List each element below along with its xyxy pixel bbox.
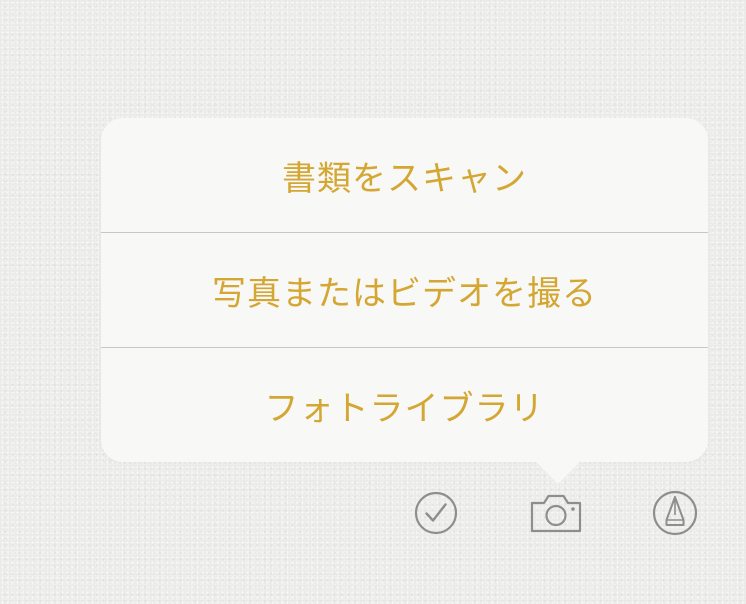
markup-pen-icon <box>652 490 698 536</box>
markup-button[interactable] <box>650 488 700 538</box>
checklist-icon <box>414 491 458 535</box>
menu-item-take-photo-or-video[interactable]: 写真またはビデオを撮る <box>101 233 708 347</box>
camera-button[interactable] <box>527 488 585 538</box>
checklist-button[interactable] <box>411 488 461 538</box>
menu-item-label: 写真またはビデオを撮る <box>212 273 597 314</box>
menu-item-photo-library[interactable]: フォトライブラリ <box>101 348 708 462</box>
attachment-popover-menu: 書類をスキャン 写真またはビデオを撮る フォトライブラリ <box>101 118 708 462</box>
menu-item-label: フォトライブラリ <box>264 388 545 429</box>
menu-item-label: 書類をスキャン <box>282 158 527 199</box>
popover-arrow <box>532 458 584 484</box>
menu-item-scan-documents[interactable]: 書類をスキャン <box>101 118 708 232</box>
camera-icon <box>530 494 582 533</box>
